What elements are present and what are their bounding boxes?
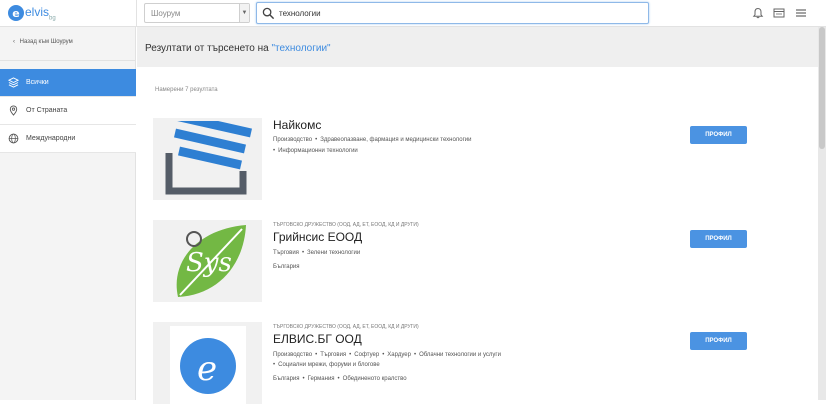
bell-icon[interactable] (752, 7, 764, 19)
elvis-logo-icon: e (169, 326, 246, 404)
sidebar-item-international[interactable]: Международни (0, 125, 136, 153)
naikoms-logo-icon (165, 121, 252, 195)
company-locations: България • Германия • Обединеното кралство (273, 376, 407, 382)
sidebar-item-domestic[interactable]: От Страната (0, 97, 136, 125)
showroom-select[interactable]: Шоурум ▼ (144, 3, 250, 23)
company-name[interactable]: Грийнсис ЕООД (273, 230, 362, 244)
results-query: "технологии" (271, 43, 331, 54)
profile-button[interactable]: ПРОФИЛ (690, 230, 747, 248)
company-tags: Производство • Търговия • Софтуер • Хардуер • Об… (273, 352, 501, 358)
tag: Търговия (320, 352, 347, 358)
showroom-select-value: Шоурум (151, 9, 181, 18)
elvis-logo[interactable]: e elvisbg (8, 5, 56, 21)
company-name[interactable]: Найкомс (273, 118, 321, 132)
scrollbar[interactable] (818, 27, 826, 400)
layers-icon (8, 77, 19, 88)
pin-icon (9, 105, 18, 116)
svg-text:Sys: Sys (186, 248, 232, 278)
tag: Облачни технологии и услуги (419, 352, 501, 358)
sidebar-item-label: Международни (26, 135, 76, 142)
chevron-left-icon: ‹ (13, 39, 15, 45)
company-tags: Производство • Здравеопазване, фармация и … (273, 137, 472, 143)
company-tags-2: • Социални мрежи, форуми и блогове (273, 362, 380, 368)
location: Германия (307, 376, 335, 382)
chevron-down-icon[interactable]: ▼ (239, 4, 249, 22)
logo-name: elvis (25, 5, 50, 19)
search-icon (262, 7, 275, 20)
logo-mark: e (8, 5, 24, 22)
tag: Производство (273, 137, 313, 143)
sidebar: ‹ Назад към Шоурум Всички От Страната Ме… (0, 27, 136, 400)
sidebar-item-label: От Страната (26, 107, 68, 114)
company-logo-greensys[interactable]: Sys (153, 220, 262, 302)
tag: Зелени технологии (307, 250, 361, 256)
tag: Здравеопазване, фармация и медицински те… (320, 137, 472, 143)
results-list: Намерени 7 резултата Найкомс Производств… (137, 67, 818, 404)
menu-icon[interactable] (795, 7, 807, 19)
results-count: Намерени 7 резултата (155, 87, 218, 93)
company-card-greensys: Sys ТЪРГОВСКО ДРУЖЕСТВО (ООД, АД, ЕТ, ЕО… (153, 220, 813, 302)
main-content: Резултати от търсенето на "технологии" Н… (137, 27, 826, 404)
search-box[interactable] (256, 2, 649, 24)
company-card-naikoms: Найкомс Производство • Здравеопазване, фар… (153, 118, 813, 200)
sidebar-item-all[interactable]: Всички (0, 69, 136, 97)
back-to-showroom-link[interactable]: ‹ Назад към Шоурум (0, 27, 136, 61)
profile-button[interactable]: ПРОФИЛ (690, 126, 747, 144)
company-logo-naikoms[interactable] (153, 118, 262, 200)
company-logo-elvis[interactable]: e (153, 322, 262, 404)
tag: Производство (273, 352, 313, 358)
topbar-divider (136, 0, 137, 27)
svg-text:e: e (197, 349, 217, 389)
back-link-label: Назад към Шоурум (19, 39, 73, 45)
logo-suffix: bg (49, 15, 56, 22)
location: Обединеното кралство (342, 376, 407, 382)
company-name[interactable]: ЕЛВИС.БГ ООД (273, 332, 362, 346)
company-tags-2: • Информационни технологии (273, 148, 358, 154)
tag: Хардуер (387, 352, 411, 358)
profile-button[interactable]: ПРОФИЛ (690, 332, 747, 350)
company-tags: Търговия • Зелени технологии (273, 250, 361, 256)
company-locations: България (273, 264, 300, 270)
tag: Информационни технологии (278, 148, 358, 154)
location: България (273, 376, 300, 382)
company-type: ТЪРГОВСКО ДРУЖЕСТВО (ООД, АД, ЕТ, ЕООД, … (273, 324, 419, 330)
scrollbar-thumb[interactable] (819, 27, 825, 149)
location: България (273, 264, 300, 270)
results-title-prefix: Резултати от търсенето на (145, 43, 269, 54)
globe-icon (8, 133, 19, 144)
greensys-leaf-icon: Sys (176, 225, 246, 297)
top-bar: e elvisbg Шоурум ▼ (0, 0, 826, 27)
sidebar-item-label: Всички (26, 79, 49, 86)
tag: Социални мрежи, форуми и блогове (278, 362, 380, 368)
tag: Софтуер (354, 352, 380, 358)
tag: Търговия (273, 250, 299, 256)
company-card-elvis: e ТЪРГОВСКО ДРУЖЕСТВО (ООД, АД, ЕТ, ЕООД… (153, 322, 813, 404)
company-type: ТЪРГОВСКО ДРУЖЕСТВО (ООД, АД, ЕТ, ЕООД, … (273, 222, 419, 228)
card-icon[interactable] (773, 7, 785, 19)
results-title: Резултати от търсенето на "технологии" (137, 27, 826, 67)
search-input[interactable] (279, 6, 639, 20)
